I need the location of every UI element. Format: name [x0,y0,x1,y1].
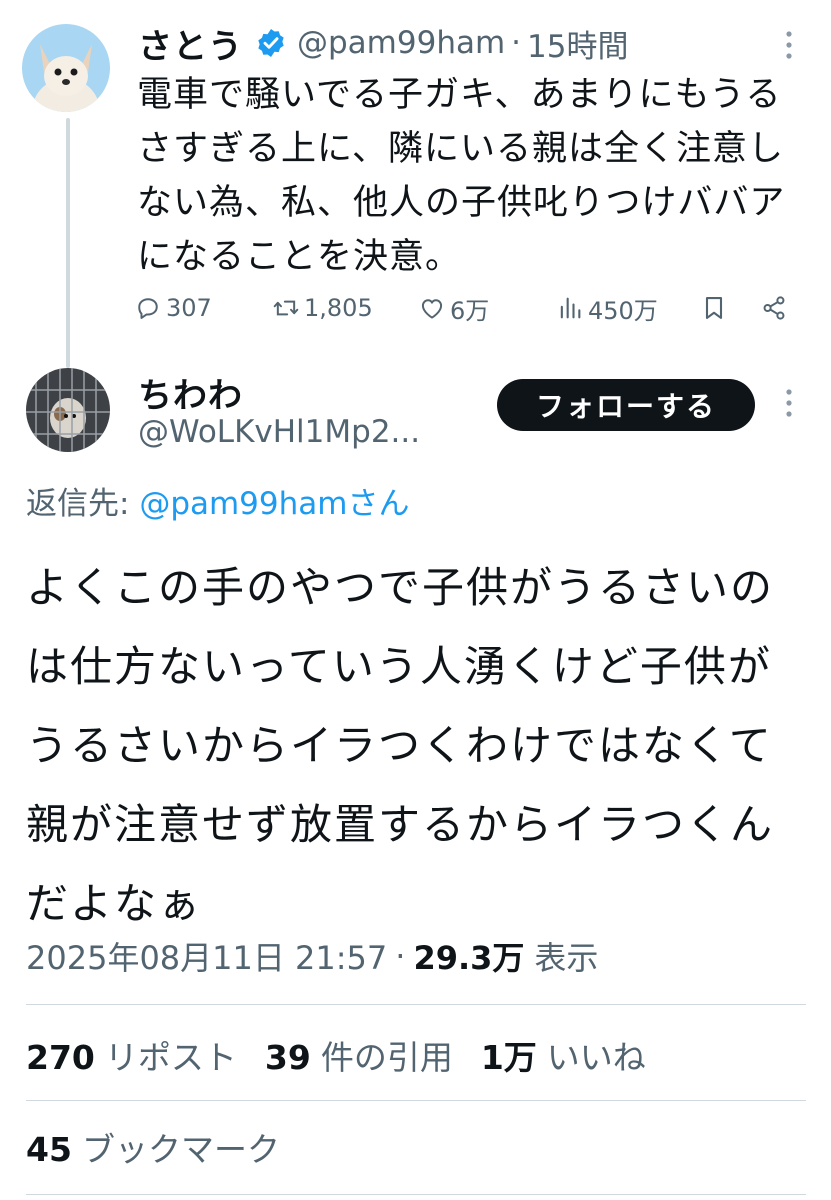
user-handle[interactable]: @WoLKvHl1Mp2... [138,414,420,450]
quotes-count: 39 [264,1038,311,1077]
tweet-actions: 307 1,805 6万 450万 [134,288,794,328]
avatar[interactable] [22,24,110,112]
caged-dog-avatar-image [26,368,110,452]
views-count: 450万 [588,296,658,325]
post-datetime[interactable]: 2025年08月11日 21:57 [26,933,387,979]
view-count: 29.3万 [413,939,525,977]
share-button[interactable] [760,288,792,328]
timestamp[interactable]: 15時間 [527,21,628,66]
likes-stat[interactable]: 1万 いいね [481,1031,646,1079]
share-icon [763,296,785,320]
reply-to-prefix: 返信先: [26,486,140,522]
separator-dot: · [511,25,522,61]
repost-icon [273,300,299,316]
view-label: 表示 [534,939,599,977]
follow-button[interactable]: フォローする [497,379,755,431]
quotes-label: 件の引用 [320,1038,453,1077]
verified-badge-icon [258,29,284,57]
views-icon [560,297,581,319]
tweet-text: 電車で騒いでる子ガキ、あまりにもうるさすぎる上に、隣にいる親は全く注意しない為、… [137,75,786,277]
divider [26,1194,806,1195]
reply-button[interactable]: 307 [134,288,212,328]
bookmarks-label: ブックマーク [81,1130,280,1169]
bookmarks-count: 45 [26,1130,72,1169]
tweet-header: さとう @pam99ham · 15時間 [138,18,628,68]
more-icon [786,389,792,417]
like-count: 6万 [450,296,490,325]
reposts-label: リポスト [104,1038,237,1077]
quotes-stat[interactable]: 39 件の引用 [265,1031,453,1079]
divider [26,1004,806,1005]
display-name[interactable]: ちわわ [138,368,243,417]
reply-to-handle-link[interactable]: @pam99hamさん [139,486,409,522]
display-name[interactable]: さとう [138,19,243,68]
reply-to-line: 返信先: @pam99hamさん [26,478,409,523]
avatar[interactable] [26,368,110,452]
likes-label: いいね [546,1038,646,1077]
views-button[interactable]: 450万 [556,288,658,328]
chihuahua-avatar-image [22,24,110,112]
more-options-button[interactable] [774,386,804,420]
tweet-text: よくこの手のやつで子供がうるさいのは仕方ないっていう人湧くけど子供がうるさいから… [26,563,775,928]
more-options-button[interactable] [774,28,804,62]
reposts-stat[interactable]: 270 リポスト [26,1031,237,1079]
thread-line [66,118,70,368]
more-icon [786,31,792,59]
repost-button[interactable]: 1,805 [272,288,373,328]
reposts-count: 270 [26,1038,95,1077]
like-button[interactable]: 6万 [418,288,489,328]
repost-count: 1,805 [304,294,373,322]
bookmarks-stat[interactable]: 45 ブックマーク [26,1123,280,1171]
reply-icon [138,298,158,319]
tweet-meta: 2025年08月11日 21:57 · 29.3万 表示 [26,933,598,979]
engagement-stats: 270 リポスト 39 件の引用 1万 いいね [26,1031,674,1079]
separator-dot: · [395,937,406,975]
likes-count: 1万 [480,1038,537,1077]
user-handle[interactable]: @pam99ham [297,25,505,61]
like-icon [421,299,443,319]
bookmark-button[interactable] [700,288,732,328]
reply-count: 307 [166,294,212,322]
bookmark-icon [705,297,723,319]
divider [26,1100,806,1101]
